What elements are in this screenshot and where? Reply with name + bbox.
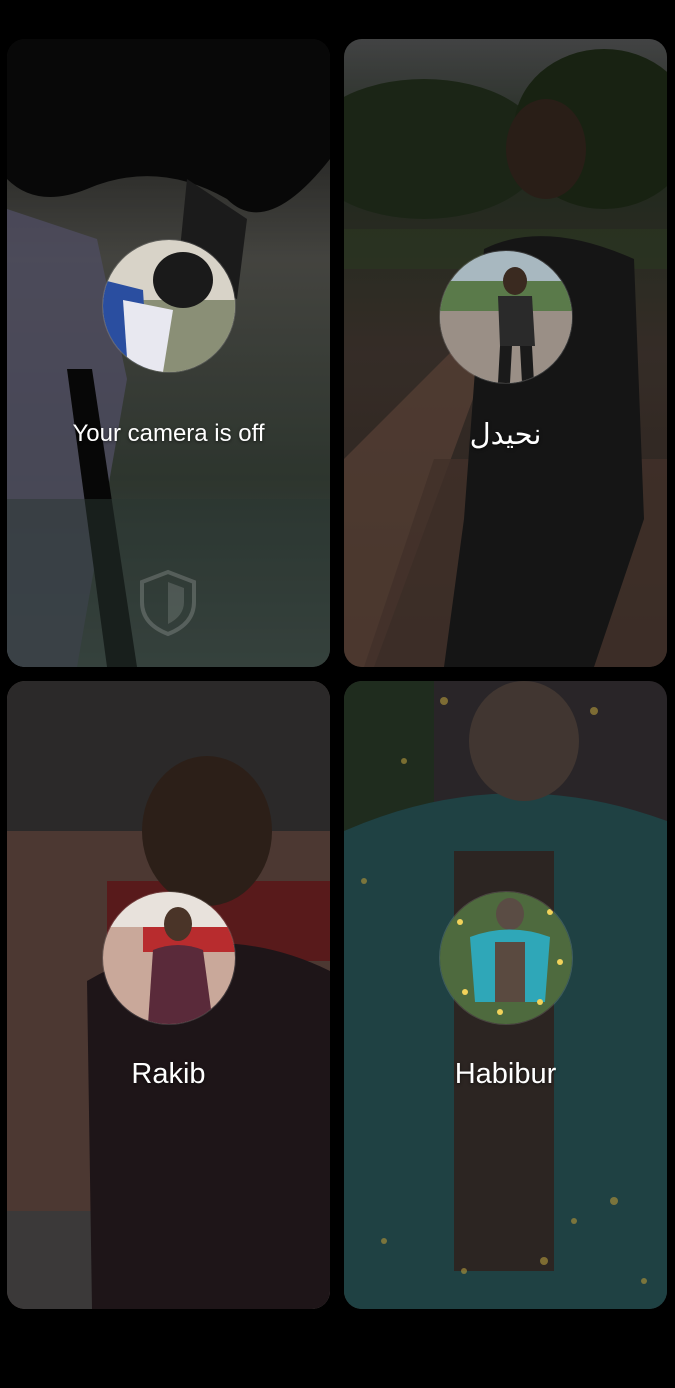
participant-2-avatar xyxy=(440,251,572,383)
participant-rakib-name: Rakib xyxy=(131,1058,206,1090)
camera-off-status: Your camera is off xyxy=(72,420,265,447)
participant-rakib-avatar xyxy=(103,892,235,1024)
participant-habibur-name: Habibur xyxy=(454,1058,557,1090)
participant-habibur-avatar xyxy=(440,892,572,1024)
self-avatar xyxy=(103,240,235,372)
participant-2-name: نحيدل xyxy=(469,419,542,451)
shield-icon xyxy=(136,568,200,638)
